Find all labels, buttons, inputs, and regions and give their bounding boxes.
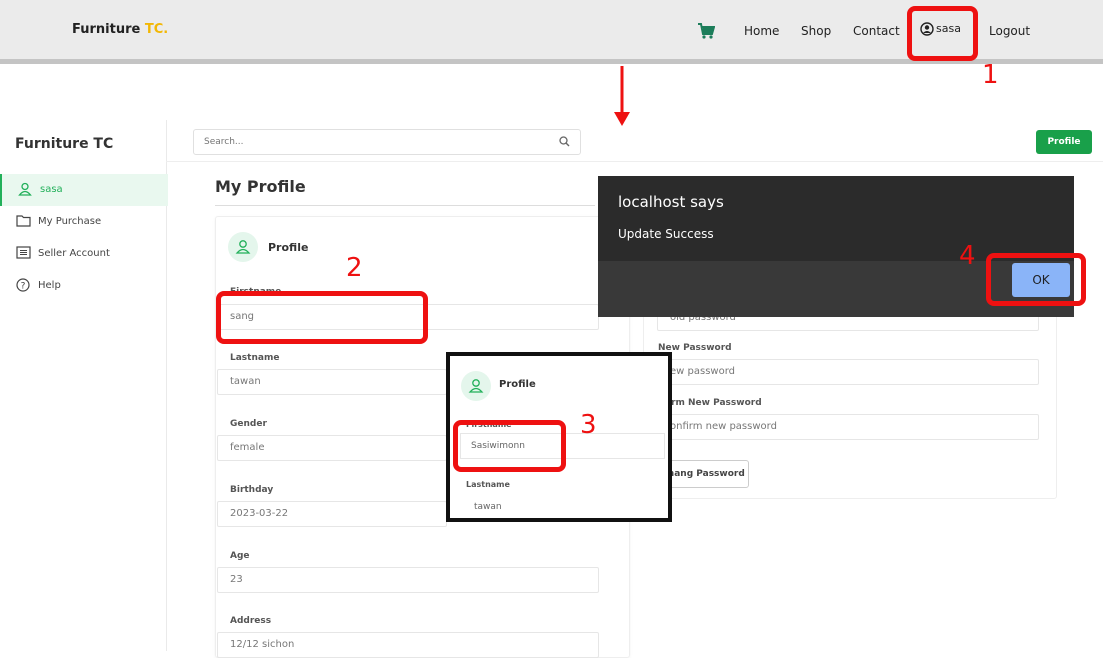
list-icon	[16, 246, 31, 259]
address-label: Address	[230, 616, 272, 626]
search-icon[interactable]	[559, 136, 570, 147]
user-icon	[18, 182, 32, 196]
down-arrow-annotation	[614, 66, 630, 126]
top-brand-logo[interactable]: Furniture TC.	[72, 22, 168, 37]
gender-field[interactable]: female	[217, 435, 447, 461]
inset-lastname-value: tawan	[474, 502, 502, 512]
help-circle-icon: ?	[16, 278, 30, 292]
age-label: Age	[230, 551, 250, 561]
lastname-field[interactable]: tawan	[217, 369, 447, 395]
annotation-number-1: 1	[982, 60, 999, 90]
nav-logout-link[interactable]: Logout	[989, 24, 1030, 38]
annotation-box-firstname	[216, 291, 428, 344]
alert-message: Update Success	[618, 227, 714, 241]
user-icon	[235, 240, 251, 254]
profile-button[interactable]: Profile	[1036, 130, 1092, 154]
annotation-number-4: 4	[959, 241, 976, 271]
new-password-field[interactable]: ew password	[657, 359, 1039, 385]
lastname-label: Lastname	[230, 353, 280, 363]
profile-card-icon-wrap	[228, 232, 258, 262]
sidebar-item-label: Seller Account	[38, 248, 110, 259]
alert-title: localhost says	[618, 193, 724, 211]
annotation-box-ok-button	[986, 253, 1086, 306]
annotation-box-inset-firstname	[453, 420, 566, 472]
nav-home-link[interactable]: Home	[744, 24, 779, 38]
annotation-number-2: 2	[346, 253, 363, 283]
inset-card-title: Profile	[499, 379, 536, 390]
brand-name: Furniture	[72, 22, 141, 37]
search-input[interactable]	[202, 130, 546, 154]
sidebar-item-my-purchase[interactable]: My Purchase	[0, 206, 166, 238]
title-divider	[215, 205, 595, 206]
folder-icon	[16, 215, 31, 227]
annotation-number-3: 3	[580, 410, 597, 440]
search-bar[interactable]	[193, 129, 581, 155]
user-icon	[468, 379, 484, 393]
header-divider	[166, 161, 1103, 162]
birthday-field[interactable]: 2023-03-22	[217, 501, 447, 527]
sidebar-item-help[interactable]: ? Help	[0, 270, 166, 302]
brand-accent: TC.	[144, 22, 169, 37]
inset-profile-icon-wrap	[461, 371, 491, 401]
profile-card-title: Profile	[268, 241, 309, 254]
nav-contact-link[interactable]: Contact	[853, 24, 900, 38]
svg-text:?: ?	[21, 282, 26, 292]
cart-icon[interactable]	[697, 22, 715, 40]
birthday-label: Birthday	[230, 485, 274, 495]
annotation-box-user-menu	[907, 6, 978, 61]
sidebar-item-label: My Purchase	[38, 216, 102, 227]
age-field[interactable]: 23	[217, 567, 599, 593]
inset-lastname-label: Lastname	[466, 480, 510, 489]
sidebar-item-seller-account[interactable]: Seller Account	[0, 238, 166, 270]
sidebar-item-label: sasa	[40, 184, 63, 195]
sidebar-item-user[interactable]: sasa	[0, 174, 168, 206]
page-title: My Profile	[215, 177, 306, 196]
confirm-password-label: nfirm New Password	[658, 398, 762, 408]
confirm-password-field[interactable]: onfirm new password	[657, 414, 1039, 440]
sidebar-item-label: Help	[38, 280, 61, 291]
sidebar-brand: Furniture TC	[15, 136, 114, 152]
nav-shop-link[interactable]: Shop	[801, 24, 831, 38]
address-field[interactable]: 12/12 sichon	[217, 632, 599, 658]
gender-label: Gender	[230, 419, 267, 429]
